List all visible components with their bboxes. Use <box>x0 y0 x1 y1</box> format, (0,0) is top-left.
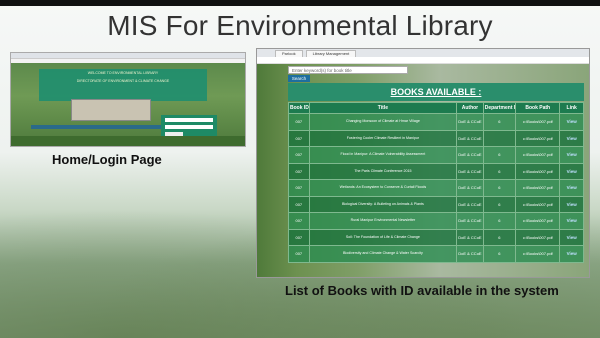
cell-title: Biodiversity and Climate Change & Water … <box>308 245 458 263</box>
table-row: 007 Changing Monsoon of Climate at Hmar V… <box>288 113 584 131</box>
right-caption: List of Books with ID available in the s… <box>285 283 559 298</box>
view-link[interactable]: View <box>559 195 584 213</box>
cell-department-id: 6 <box>482 212 517 230</box>
search-input[interactable]: Enter keyword(s) for book title <box>288 66 408 74</box>
slide-title: MIS For Environmental Library <box>107 10 493 41</box>
login-page-body: WELCOME TO ENVIRONMENTAL LIBRARY DIRECTO… <box>11 63 245 146</box>
cell-department-id: 6 <box>482 113 517 131</box>
cell-title: Fostering Cooler Climate Resilient in Ma… <box>308 129 458 147</box>
table-row: 007 The Paris Climate Conference 2015 DoE … <box>288 162 584 180</box>
cell-author: DoE & CCoE <box>456 146 484 164</box>
cell-author: DoE & CCoE <box>456 245 484 263</box>
browser-tabs: Parlook Library Management <box>257 49 589 57</box>
cell-book-id: 007 <box>288 212 310 230</box>
view-link[interactable]: View <box>559 129 584 147</box>
books-heading: BOOKS AVAILABLE : <box>288 83 584 101</box>
col-link: Link <box>559 102 584 114</box>
left-caption: Home/Login Page <box>52 152 162 167</box>
col-title: Title <box>308 102 458 114</box>
view-link[interactable]: View <box>559 146 584 164</box>
username-field[interactable] <box>165 118 213 122</box>
cell-book-path: c:\Books\007.pdf <box>515 245 561 263</box>
cell-book-path: c:\Books\007.pdf <box>515 146 561 164</box>
cell-department-id: 6 <box>482 228 517 246</box>
cell-book-id: 007 <box>288 228 310 246</box>
cell-book-id: 007 <box>288 179 310 197</box>
top-strip <box>0 0 600 6</box>
cell-department-id: 6 <box>482 245 517 263</box>
table-row: 007 Fostering Cooler Climate Resilient in… <box>288 129 584 147</box>
cell-department-id: 6 <box>482 162 517 180</box>
password-field[interactable] <box>165 125 213 129</box>
table-row: 007 Flood in Manipur: A Climate Vulnerabi… <box>288 146 584 164</box>
building-photo <box>71 99 151 121</box>
books-page-body: Enter keyword(s) for book title Search B… <box>257 64 589 277</box>
col-author: Author <box>456 102 484 114</box>
table-row: 007 Rural Manipur Environmental Newslette… <box>288 212 584 230</box>
cell-author: DoE & CCoE <box>456 179 484 197</box>
cell-book-path: c:\Books\007.pdf <box>515 113 561 131</box>
cell-book-id: 007 <box>288 245 310 263</box>
cell-book-path: c:\Books\007.pdf <box>515 212 561 230</box>
cell-author: DoE & CCoE <box>456 212 484 230</box>
cell-book-path: c:\Books\007.pdf <box>515 228 561 246</box>
table-row: 007 Biological Diversity: A Bulleting on … <box>288 195 584 213</box>
banner-line-1: WELCOME TO ENVIRONMENTAL LIBRARY <box>87 71 159 75</box>
cell-department-id: 6 <box>482 195 517 213</box>
cell-department-id <box>482 129 517 147</box>
cell-book-path: c:\Books\007.pdf <box>515 129 561 147</box>
cell-department-id: 6 <box>482 146 517 164</box>
search-button[interactable]: Search <box>288 75 310 82</box>
cell-title: Flood in Manipur: A Climate Vulnerabilit… <box>308 146 458 164</box>
cell-book-path: c:\Books\007.pdf <box>515 179 561 197</box>
view-link[interactable]: View <box>559 228 584 246</box>
welcome-banner: WELCOME TO ENVIRONMENTAL LIBRARY DIRECTO… <box>39 69 207 101</box>
browser-tab[interactable]: Parlook <box>275 50 303 57</box>
view-link[interactable]: View <box>559 113 584 131</box>
cell-author: DoE & CCoE <box>456 129 484 147</box>
col-book-id: Book ID <box>288 102 310 114</box>
view-link[interactable]: View <box>559 212 584 230</box>
cell-book-path: c:\Books\007.pdf <box>515 195 561 213</box>
cell-title: Rural Manipur Environmental Newsletter <box>308 212 458 230</box>
login-page-screenshot: WELCOME TO ENVIRONMENTAL LIBRARY DIRECTO… <box>10 52 246 147</box>
nav-strip <box>31 125 161 129</box>
cell-department-id: 6 <box>482 179 517 197</box>
table-row: 007 Wetlands: An Ecosystem to Conserve & … <box>288 179 584 197</box>
table-row: 007 Biodiversity and Climate Change & Wat… <box>288 245 584 263</box>
cell-book-id: 007 <box>288 146 310 164</box>
cell-author: DoE & CCoE <box>456 195 484 213</box>
view-link[interactable]: View <box>559 179 584 197</box>
cell-book-id: 007 <box>288 162 310 180</box>
browser-address-bar[interactable] <box>257 57 589 64</box>
cell-author: DoE & CCoE <box>456 113 484 131</box>
cell-title: The Paris Climate Conference 2015 <box>308 162 458 180</box>
cell-book-id: 007 <box>288 129 310 147</box>
cell-title: Biological Diversity: A Bulleting on Ani… <box>308 195 458 213</box>
cell-author: DoE & CCoE <box>456 228 484 246</box>
view-link[interactable]: View <box>559 245 584 263</box>
cell-title: Changing Monsoon of Climate at Hmar Vill… <box>308 113 458 131</box>
col-book-path: Book Path <box>515 102 561 114</box>
browser-tab[interactable]: Library Management <box>305 50 357 57</box>
footer-band <box>11 136 245 146</box>
cell-title: Soil: The Foundation of Life & Climate C… <box>308 228 458 246</box>
col-department-id: Department ID <box>482 102 517 114</box>
cell-book-id: 007 <box>288 113 310 131</box>
cell-author: DoE & CCoE <box>456 162 484 180</box>
banner-line-2: DIRECTORATE OF ENVIRONMENT & CLIMATE CHA… <box>76 79 170 83</box>
cell-book-id: 007 <box>288 195 310 213</box>
cell-book-path: c:\Books\007.pdf <box>515 162 561 180</box>
books-table: Book ID Title Author Department ID Book … <box>288 102 584 263</box>
books-page-screenshot: Parlook Library Management Enter keyword… <box>256 48 590 278</box>
cell-title: Wetlands: An Ecosystem to Conserve & Cur… <box>308 179 458 197</box>
view-link[interactable]: View <box>559 162 584 180</box>
table-row: 007 Soil: The Foundation of Life & Climat… <box>288 228 584 246</box>
